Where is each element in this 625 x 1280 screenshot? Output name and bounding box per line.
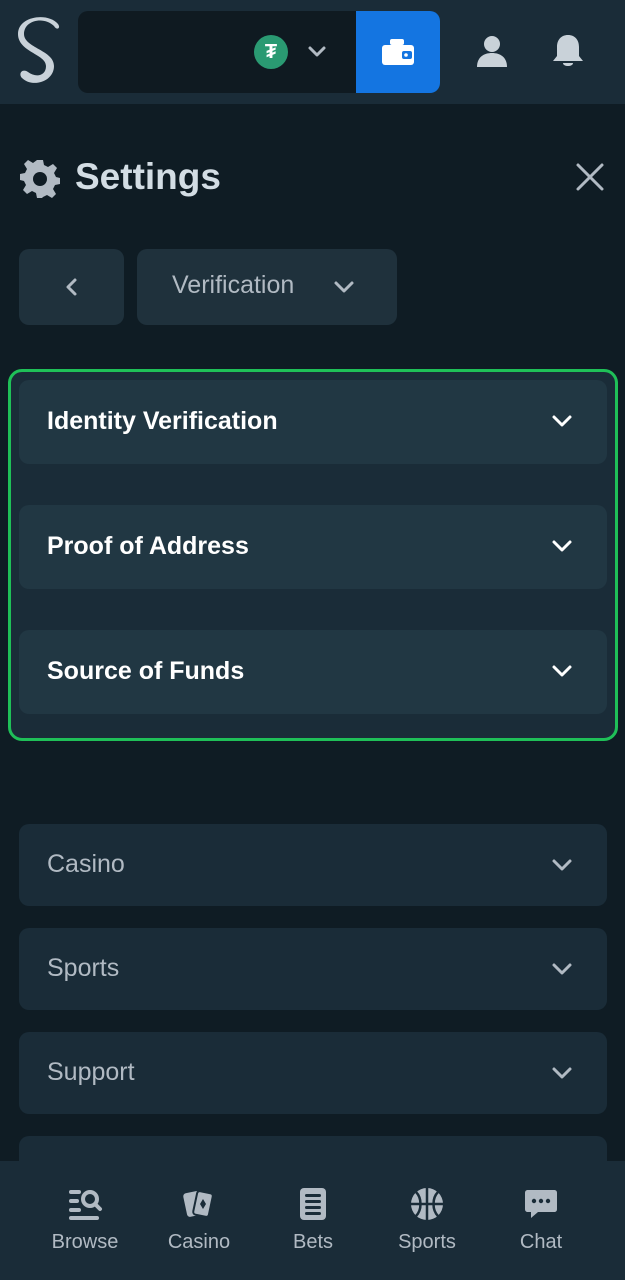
- section-dropdown-value: Verification: [172, 271, 295, 299]
- menu-item-label: Sports: [47, 954, 120, 982]
- nav-label: Casino: [167, 1231, 231, 1253]
- nav-sports[interactable]: Sports: [370, 1161, 484, 1280]
- wallet-icon: [382, 39, 414, 65]
- chevron-down-icon: [552, 859, 572, 871]
- chevron-down-icon: [552, 963, 572, 975]
- accordion-identity-verification[interactable]: Identity Verification: [19, 380, 607, 464]
- user-icon[interactable]: [471, 30, 513, 72]
- chevron-down-icon[interactable]: [304, 39, 330, 65]
- bell-icon[interactable]: [547, 30, 589, 72]
- menu-item-sports[interactable]: Sports: [19, 928, 607, 1010]
- page-title: Settings: [75, 156, 221, 197]
- accordion-proof-of-address[interactable]: Proof of Address: [19, 505, 607, 589]
- nav-browse[interactable]: Browse: [28, 1161, 142, 1280]
- nav-casino[interactable]: Casino: [142, 1161, 256, 1280]
- menu-item-label: Casino: [47, 850, 125, 878]
- chat-icon: [522, 1185, 560, 1223]
- back-button[interactable]: [19, 249, 124, 325]
- bottom-navigation: Browse Casino Bets Sports Chat: [0, 1161, 625, 1280]
- chevron-down-icon: [334, 281, 354, 293]
- nav-label: Browse: [51, 1231, 119, 1253]
- nav-bets[interactable]: Bets: [256, 1161, 370, 1280]
- top-header: ₮: [0, 0, 625, 104]
- gear-icon: [20, 160, 60, 198]
- basketball-icon: [408, 1185, 446, 1223]
- nav-label: Bets: [292, 1231, 334, 1253]
- chevron-down-icon: [552, 415, 572, 427]
- accordion-label: Identity Verification: [47, 407, 278, 435]
- wallet-balance-bar[interactable]: ₮: [78, 11, 440, 93]
- settings-header: Settings: [20, 150, 610, 206]
- accordion-label: Source of Funds: [47, 657, 245, 685]
- section-dropdown[interactable]: Verification: [137, 249, 397, 325]
- browse-icon: [66, 1185, 104, 1223]
- close-icon[interactable]: [573, 160, 607, 194]
- accordion-source-of-funds[interactable]: Source of Funds: [19, 630, 607, 714]
- chevron-down-icon: [552, 665, 572, 677]
- wallet-button[interactable]: [356, 11, 440, 93]
- bets-icon: [294, 1185, 332, 1223]
- tether-icon[interactable]: ₮: [254, 35, 288, 69]
- menu-item-label: Support: [47, 1058, 135, 1086]
- menu-item-support[interactable]: Support: [19, 1032, 607, 1114]
- menu-item-casino[interactable]: Casino: [19, 824, 607, 906]
- nav-chat[interactable]: Chat: [484, 1161, 598, 1280]
- currency-symbol: ₮: [264, 40, 278, 63]
- chevron-left-icon: [66, 278, 76, 296]
- nav-label: Chat: [519, 1231, 563, 1253]
- accordion-label: Proof of Address: [47, 532, 249, 560]
- nav-label: Sports: [398, 1231, 456, 1253]
- chevron-down-icon: [552, 1067, 572, 1079]
- casino-cards-icon: [180, 1185, 218, 1223]
- chevron-down-icon: [552, 540, 572, 552]
- stake-logo-icon[interactable]: [14, 14, 66, 90]
